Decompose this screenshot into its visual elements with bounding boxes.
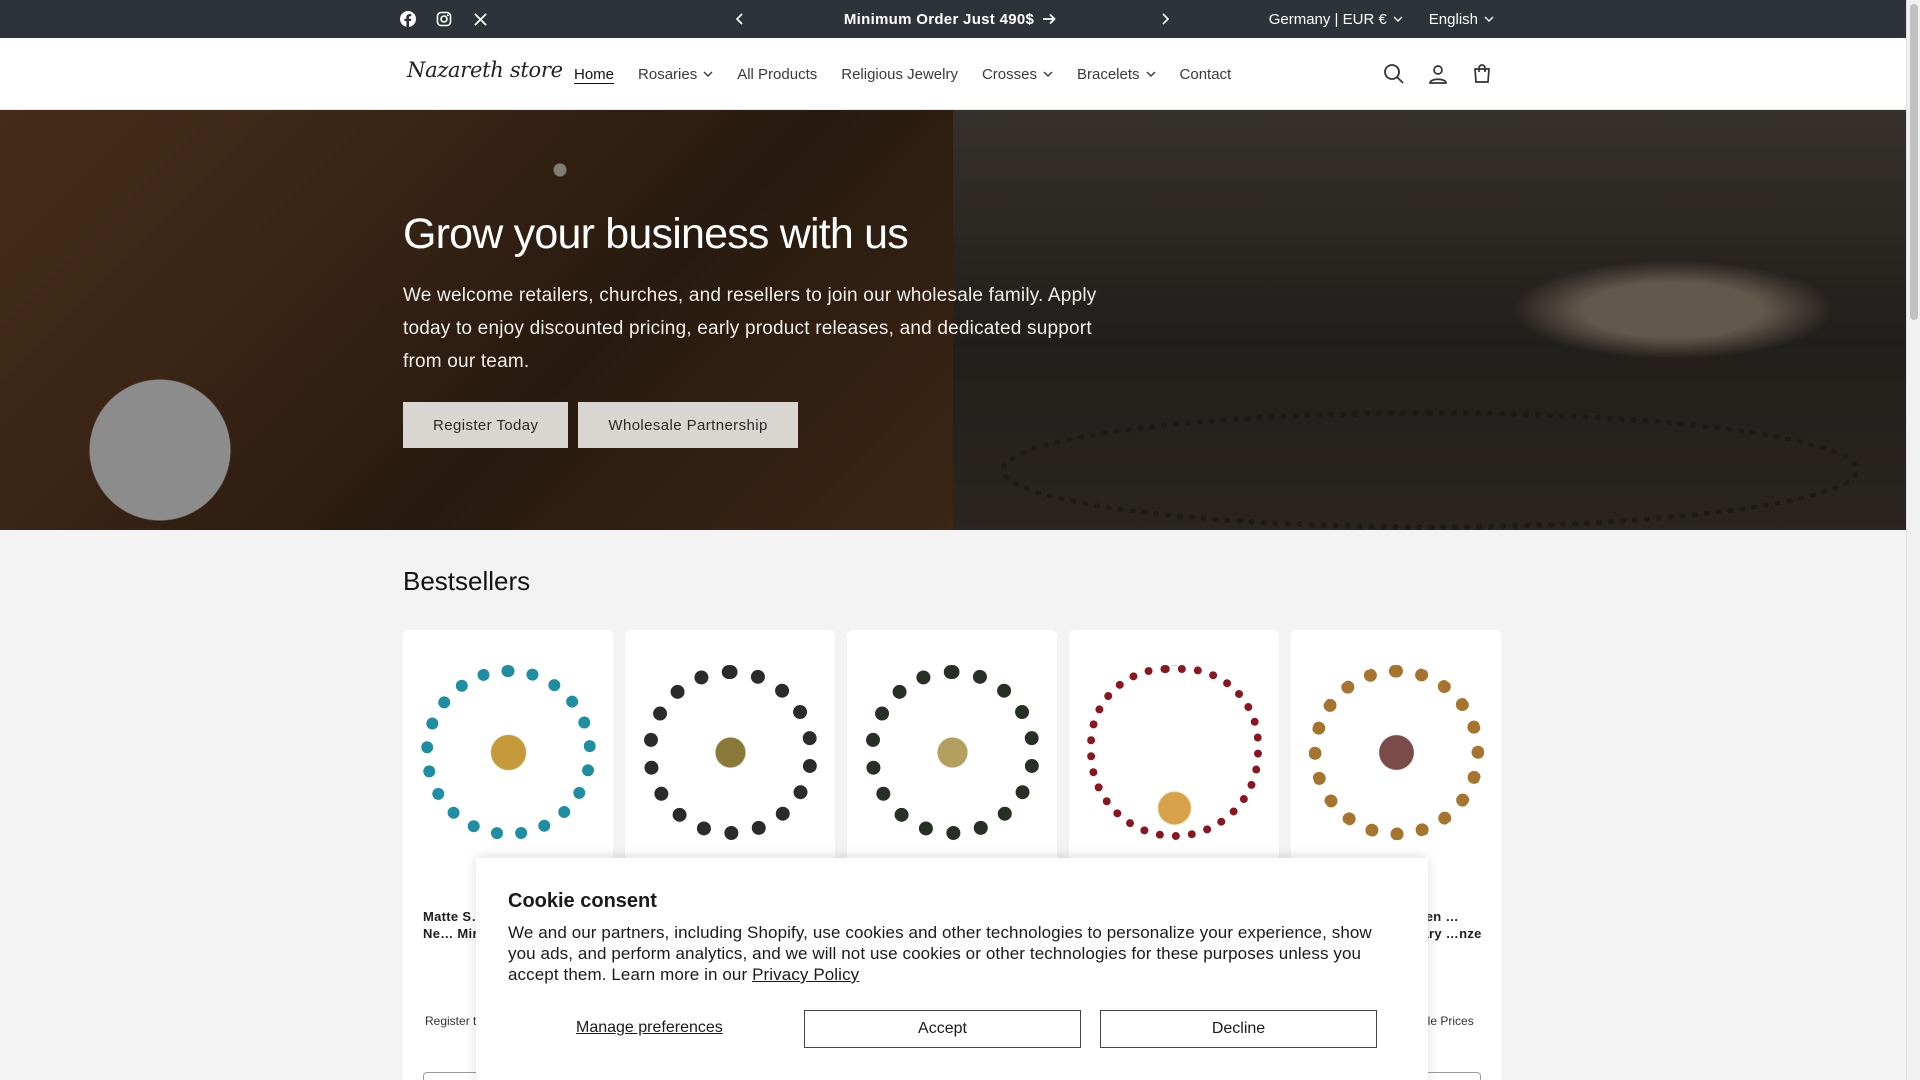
product-image [421, 665, 596, 840]
social-links [400, 0, 488, 38]
chevron-down-icon [1043, 71, 1053, 77]
bestsellers-section: Bestsellers Matte S… Round B… Gold Ne… M… [0, 530, 1906, 1080]
search-icon[interactable] [1382, 62, 1406, 86]
site-header: Nazareth store Home Rosaries All Product… [0, 38, 1906, 110]
announcement-bar: Minimum Order Just 490$ Germany | EUR € … [0, 0, 1906, 38]
nav-religious-jewelry-label: Religious Jewelry [841, 65, 958, 83]
hero-title: Grow your business with us [403, 210, 909, 258]
bestsellers-heading: Bestsellers [403, 566, 531, 596]
scrollbar[interactable] [1906, 0, 1920, 1080]
wholesale-partnership-button[interactable]: Wholesale Partnership [578, 402, 798, 448]
hero-buttons: Register Today Wholesale Partnership [403, 402, 1103, 448]
announcement-prev-icon[interactable] [730, 0, 750, 38]
product-image [865, 665, 1040, 840]
chevron-down-icon [1146, 71, 1156, 77]
account-icon[interactable] [1426, 62, 1450, 86]
nav-home[interactable]: Home [562, 66, 626, 83]
accept-button[interactable]: Accept [804, 1010, 1081, 1048]
cart-icon[interactable] [1470, 62, 1494, 86]
country-selector[interactable]: Germany | EUR € [1269, 11, 1403, 28]
arrow-right-icon [1043, 13, 1056, 25]
nav-bracelets-label: Bracelets [1076, 65, 1140, 83]
cookie-consent-dialog: Cookie consent We and our partners, incl… [476, 858, 1428, 1080]
privacy-policy-link[interactable]: Privacy Policy [752, 965, 859, 984]
nav-contact-label: Contact [1179, 65, 1232, 83]
scrollbar-thumb[interactable] [1910, 4, 1918, 320]
chevron-down-icon [1484, 16, 1494, 22]
locale-selectors: Germany | EUR € English [1269, 0, 1494, 38]
nav-home-label: Home [574, 65, 615, 83]
store-logo[interactable]: Nazareth store [407, 58, 563, 82]
language-label: English [1428, 10, 1478, 28]
cookie-text: We and our partners, including Shopify, … [508, 922, 1398, 985]
nav-crosses[interactable]: Crosses [970, 66, 1065, 83]
page: Minimum Order Just 490$ Germany | EUR € … [0, 0, 1906, 1080]
hero-rosary-beads [1000, 410, 1860, 530]
country-label: Germany | EUR € [1268, 10, 1387, 28]
nav-contact[interactable]: Contact [1168, 66, 1244, 83]
language-selector[interactable]: English [1429, 11, 1494, 28]
x-icon[interactable] [472, 11, 488, 27]
nav-bracelets[interactable]: Bracelets [1065, 66, 1168, 83]
chevron-down-icon [1393, 16, 1403, 22]
decline-button[interactable]: Decline [1100, 1010, 1377, 1048]
cookie-title: Cookie consent [508, 890, 657, 912]
instagram-icon[interactable] [436, 11, 452, 27]
nav-rosaries[interactable]: Rosaries [626, 66, 725, 83]
announcement-message[interactable]: Minimum Order Just 490$ [760, 0, 1140, 38]
hero-content: Grow your business with us We welcome re… [403, 210, 1103, 448]
nav-all-products-label: All Products [737, 65, 818, 83]
nav-all-products[interactable]: All Products [725, 66, 829, 83]
manage-preferences-button[interactable]: Manage preferences [576, 1019, 723, 1037]
hero-banner: Grow your business with us We welcome re… [0, 110, 1906, 530]
header-icons [1382, 38, 1494, 110]
nav-religious-jewelry[interactable]: Religious Jewelry [829, 66, 970, 83]
nav-crosses-label: Crosses [981, 65, 1037, 83]
hero-text: We welcome retailers, churches, and rese… [403, 285, 1097, 372]
facebook-icon[interactable] [400, 11, 416, 27]
nav-rosaries-label: Rosaries [638, 65, 698, 83]
announcement-next-icon[interactable] [1155, 0, 1175, 38]
announcement-text: Minimum Order Just 490$ [843, 10, 1035, 28]
register-today-button[interactable]: Register Today [403, 402, 569, 448]
product-image [1309, 665, 1484, 840]
cookie-body: We and our partners, including Shopify, … [508, 923, 1372, 984]
main-nav: Home Rosaries All Products Religious Jew… [562, 38, 1243, 110]
chevron-down-icon [703, 71, 713, 77]
product-image [1087, 665, 1262, 840]
product-image [643, 665, 818, 840]
